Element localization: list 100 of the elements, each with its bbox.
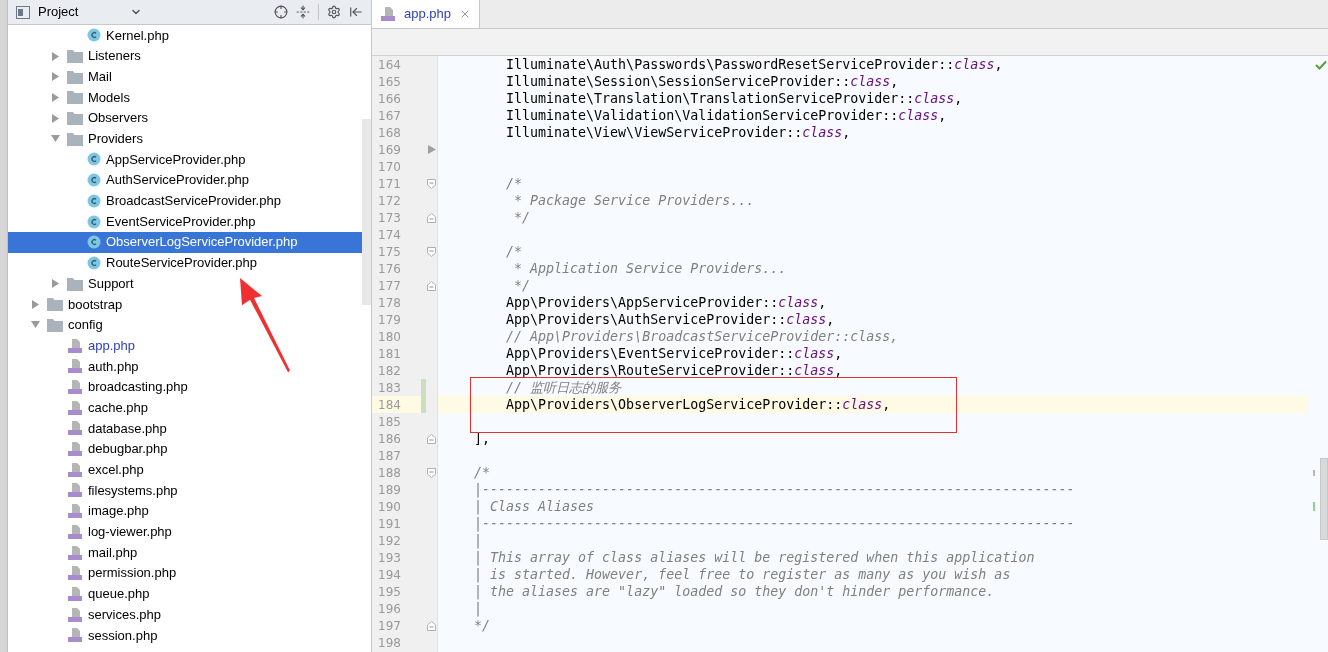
code-line: App\Providers\AppServiceProvider::class, (505, 294, 828, 311)
fold-marker-icon[interactable] (427, 467, 437, 478)
vertical-scrollbar[interactable] (1320, 458, 1328, 540)
line-number: 184 (372, 396, 422, 413)
php-file-icon (67, 358, 83, 375)
tree-item[interactable]: auth.php (8, 356, 362, 377)
expand-arrow-icon[interactable] (51, 92, 60, 102)
php-file-icon (67, 585, 83, 602)
tree-item[interactable]: Listeners (8, 45, 362, 67)
tree-item[interactable]: database.php (8, 418, 362, 439)
expand-arrow-icon[interactable] (31, 320, 40, 330)
tree-item[interactable]: excel.php (8, 459, 362, 481)
class-file-icon (87, 152, 101, 167)
tree-item[interactable]: broadcasting.php (8, 376, 362, 398)
fold-marker-icon[interactable] (427, 246, 437, 257)
tree-item[interactable]: app.php (8, 335, 362, 356)
change-marker[interactable] (421, 396, 427, 413)
line-number: 175 (377, 243, 402, 260)
code-editor[interactable] (372, 56, 1328, 652)
line-number: 172 (377, 192, 402, 209)
fold-end-marker-icon[interactable] (427, 280, 437, 291)
fold-end-marker-icon[interactable] (427, 212, 437, 223)
tree-item[interactable]: Providers (8, 128, 362, 150)
line-number: 166 (377, 90, 402, 107)
code-line: Illuminate\View\ViewServiceProvider::class, (505, 124, 852, 141)
class-file-icon (87, 28, 101, 43)
check-mark-icon[interactable] (1315, 60, 1327, 72)
tree-item[interactable]: config (8, 314, 362, 336)
tree-item[interactable]: filesystems.php (8, 480, 362, 501)
collapsed-fold-icon[interactable] (427, 145, 436, 154)
tree-item[interactable]: image.php (8, 500, 362, 522)
hide-panel-icon[interactable] (349, 5, 363, 19)
folder-icon (67, 276, 83, 291)
fold-marker-icon[interactable] (427, 178, 437, 189)
line-number: 192 (377, 532, 402, 549)
php-file-icon (67, 544, 83, 561)
line-number: 197 (377, 617, 402, 634)
tree-item[interactable]: services.php (8, 604, 362, 625)
tree-item[interactable]: Support (8, 273, 362, 294)
close-icon[interactable] (459, 8, 471, 20)
line-number: 188 (377, 464, 402, 481)
tree-item[interactable]: AppServiceProvider.php (8, 149, 362, 170)
line-number: 198 (377, 634, 402, 651)
tree-item[interactable]: Observers (8, 107, 362, 129)
tree-item[interactable]: debugbar.php (8, 438, 362, 460)
fold-end-marker-icon[interactable] (427, 620, 437, 631)
class-file-icon (87, 173, 101, 188)
line-number: 180 (377, 328, 402, 345)
php-file-icon (67, 606, 83, 623)
tree-item[interactable]: permission.php (8, 562, 362, 584)
code-line: /* (505, 243, 524, 260)
php-file-icon (67, 461, 83, 478)
tree-item[interactable]: Mail (8, 66, 362, 88)
locate-icon[interactable] (274, 5, 288, 19)
tree-item[interactable]: AuthServiceProvider.php (8, 169, 362, 191)
line-number: 185 (377, 413, 402, 430)
tree-item[interactable]: ObserverLogServiceProvider.php (8, 231, 362, 253)
php-file-icon (67, 565, 83, 582)
tree-item[interactable]: cache.php (8, 397, 362, 419)
tree-item[interactable]: Kernel.php (8, 25, 362, 46)
vertical-scrollbar[interactable] (362, 119, 371, 305)
expand-arrow-icon[interactable] (51, 51, 60, 61)
folder-icon (67, 69, 83, 84)
expand-arrow-icon[interactable] (51, 113, 60, 123)
code-line: |-------------------------------------------------------------------------- (473, 515, 1076, 532)
expand-arrow-icon[interactable] (51, 279, 60, 289)
tree-item[interactable]: mail.php (8, 542, 362, 563)
php-file-icon (380, 6, 396, 22)
code-line: App\Providers\AuthServiceProvider::class, (505, 311, 836, 328)
editor-tab[interactable]: app.php (372, 0, 480, 28)
tree-item[interactable]: RouteServiceProvider.php (8, 252, 362, 274)
tree-item[interactable]: bootstrap (8, 293, 362, 315)
fold-end-marker-icon[interactable] (427, 433, 437, 444)
tree-item[interactable]: Models (8, 87, 362, 108)
folder-icon (47, 317, 63, 332)
expand-arrow-icon[interactable] (31, 299, 40, 309)
tree-item[interactable]: session.php (8, 624, 362, 646)
tree-item[interactable]: log-viewer.php (8, 521, 362, 543)
code-line: App\Providers\RouteServiceProvider::class, (505, 362, 844, 379)
expand-arrow-icon[interactable] (51, 134, 60, 144)
class-file-icon (87, 193, 101, 208)
code-line: |-------------------------------------------------------------------------- (473, 481, 1076, 498)
class-file-icon (87, 235, 101, 250)
line-number: 193 (377, 549, 402, 566)
settings-icon[interactable] (327, 5, 341, 19)
code-line: /* (505, 175, 524, 192)
line-number: 183 (377, 379, 402, 396)
tree-item[interactable]: BroadcastServiceProvider.php (8, 190, 362, 212)
line-number: 187 (377, 447, 402, 464)
line-number: 191 (377, 515, 402, 532)
collapse-all-icon[interactable] (296, 5, 310, 19)
code-line: * Package Service Providers... (513, 192, 756, 209)
line-number: 164 (377, 56, 402, 73)
change-marker[interactable] (421, 379, 427, 396)
expand-arrow-icon[interactable] (51, 72, 60, 82)
line-number: 170 (377, 158, 402, 175)
code-line: Illuminate\Auth\Passwords\PasswordResetServiceProvider::class, (505, 56, 1004, 73)
tree-item[interactable]: queue.php (8, 583, 362, 605)
tree-item[interactable]: EventServiceProvider.php (8, 211, 362, 232)
class-file-icon (87, 214, 101, 229)
